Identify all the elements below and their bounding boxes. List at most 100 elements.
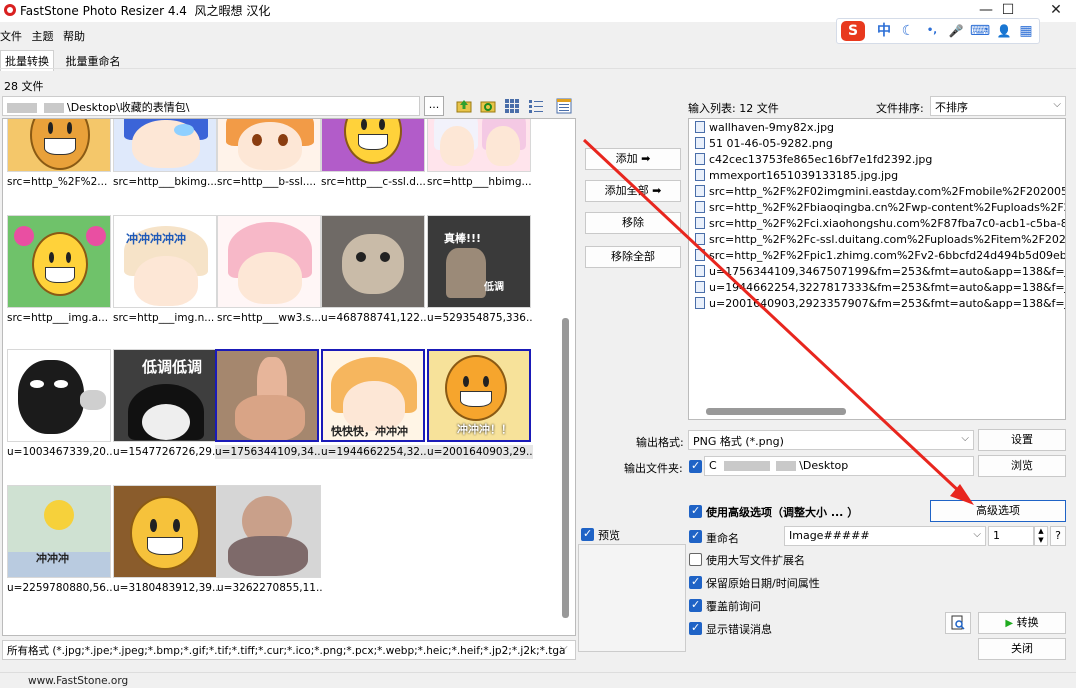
add-all-button[interactable]: 添加全部 ➡	[585, 180, 681, 202]
output-folder-input[interactable]: C \Desktop	[704, 456, 974, 476]
thumbnail-grid[interactable]: src=http_%2F%2... src=http___bkimg... sr…	[2, 118, 576, 636]
list-view-icon[interactable]	[528, 98, 544, 114]
thumbnail-caption: src=http___img.n...	[113, 312, 215, 324]
file-name: mmexport1651039133185.jpg.jpg	[709, 169, 899, 182]
thumbnail-item[interactable]: src=http_%2F%2...	[7, 119, 111, 189]
file-list-scrollbar[interactable]	[706, 408, 846, 415]
ime-punct-icon[interactable]: •,	[921, 21, 943, 41]
ime-language-toggle[interactable]: 中	[873, 21, 895, 41]
ime-mic-icon[interactable]: 🎤	[945, 21, 967, 41]
output-format-label: 输出格式:	[636, 436, 684, 449]
thumbnail-item[interactable]: 快快快，冲冲冲 u=1944662254,32...	[321, 349, 427, 459]
thumbnail-image	[7, 119, 111, 172]
close-window-button[interactable]: ✕	[1036, 0, 1076, 22]
list-item[interactable]: wallhaven-9my82x.jpg	[695, 121, 834, 137]
show-errors-label: 显示错误消息	[706, 623, 772, 636]
thumbnail-item[interactable]: src=http___c-ssl.d...	[321, 119, 426, 189]
remove-all-button[interactable]: 移除全部	[585, 246, 681, 268]
ime-grid-icon[interactable]: ▦	[1015, 21, 1037, 41]
thumbnail-image: 真棒!!! 低调	[427, 215, 531, 308]
menu-file[interactable]: 文件	[0, 28, 22, 44]
rename-start-input[interactable]: 1	[988, 526, 1034, 546]
browse-folder-button[interactable]: ...	[424, 96, 444, 116]
keep-date-checkbox[interactable]	[689, 575, 702, 589]
convert-label: 转换	[1016, 616, 1039, 629]
thumbnail-item[interactable]: 冲冲冲 u=2259780880,56...	[7, 485, 113, 595]
preview-checkbox[interactable]	[581, 527, 594, 541]
advanced-options-button[interactable]: 高级选项	[930, 500, 1066, 522]
browse-output-button[interactable]: 浏览	[978, 455, 1066, 477]
list-item[interactable]: mmexport1651039133185.jpg.jpg	[695, 169, 898, 185]
thumbnail-item[interactable]: src=http___b-ssl....	[217, 119, 321, 189]
preview-file-button[interactable]	[945, 612, 971, 634]
chevron-down-icon[interactable]: ⌵	[560, 642, 568, 653]
ime-logo-icon[interactable]: S	[841, 21, 865, 41]
thumbnail-meme-text: 冲冲冲！！	[457, 423, 512, 436]
use-advanced-checkbox[interactable]	[689, 504, 702, 518]
thumbnail-caption: src=http___bkimg...	[113, 176, 218, 188]
uppercase-extension-checkbox[interactable]	[689, 553, 702, 566]
ask-overwrite-checkbox[interactable]	[689, 598, 702, 612]
convert-button[interactable]: ▶ 转换	[978, 612, 1066, 634]
list-item[interactable]: u=1756344109,3467507199&fm=253&fmt=auto&…	[695, 265, 1065, 281]
thumbnail-meme-text: 冲冲冲冲冲	[126, 232, 187, 246]
list-item[interactable]: u=1944662254,3227817333&fm=253&fmt=auto&…	[695, 281, 1065, 297]
list-item[interactable]: src=http_%2F%2F02imgmini.eastday.com%2Fm…	[695, 185, 1065, 201]
thumbnail-caption: src=http___ww3.s...	[217, 312, 322, 324]
output-folder-checkbox[interactable]	[689, 459, 702, 473]
thumbnail-item[interactable]: 冲冲冲冲冲 src=http___img.n...	[113, 215, 217, 325]
thumbnail-item[interactable]: u=3180483912,39...	[113, 485, 219, 595]
thumbnail-caption: src=http___c-ssl.d...	[321, 176, 426, 188]
list-item[interactable]: u=2001640903,2923357907&fm=253&fmt=auto&…	[695, 297, 1065, 313]
thumbnail-item[interactable]: 冲冲冲！！ u=2001640903,29...	[427, 349, 533, 459]
menu-theme[interactable]: 主题	[32, 28, 54, 44]
thumbnail-item[interactable]: u=468788741,122...	[321, 215, 427, 325]
show-errors-checkbox[interactable]	[689, 621, 702, 635]
rename-help-button[interactable]: ?	[1050, 526, 1066, 546]
file-type-filter-select[interactable]: 所有格式 (*.jpg;*.jpe;*.jpeg;*.bmp;*.gif;*.t…	[2, 640, 576, 660]
menu-help[interactable]: 帮助	[63, 28, 85, 44]
rename-start-stepper[interactable]: ▲ ▼	[1034, 526, 1048, 546]
sort-select[interactable]: 不排序 ⌵	[930, 96, 1066, 116]
thumbnail-scrollbar[interactable]	[562, 318, 569, 618]
folder-up-icon[interactable]	[456, 98, 472, 114]
thumbnail-caption: u=529354875,336...	[427, 312, 533, 324]
rename-checkbox[interactable]	[689, 529, 702, 543]
thumbnail-item[interactable]: src=http___img.a...	[7, 215, 111, 325]
thumbnail-item[interactable]: src=http___bkimg...	[113, 119, 218, 189]
file-icon	[695, 201, 705, 213]
list-item[interactable]: src=http_%2F%2Fpic1.zhimg.com%2Fv2-6bbcf…	[695, 249, 1066, 265]
thumbnail-view-icon[interactable]	[504, 98, 520, 114]
settings-button[interactable]: 设置	[978, 429, 1066, 451]
ime-user-icon[interactable]: 👤	[993, 21, 1015, 41]
list-item[interactable]: src=http_%2F%2Fc-ssl.duitang.com%2Fuploa…	[695, 233, 1065, 249]
thumbnail-item[interactable]: u=1756344109,34...	[215, 349, 321, 459]
rename-pattern-select[interactable]: Image##### ⌵	[784, 526, 986, 546]
chevron-down-icon: ⌵	[961, 433, 969, 444]
file-name: src=http_%2F%2Fpic1.zhimg.com%2Fv2-6bbcf…	[709, 249, 1066, 262]
folder-path-input[interactable]: \Desktop\收藏的表情包\	[2, 96, 420, 116]
tab-divider	[0, 68, 1076, 69]
output-folder-label: 输出文件夹:	[624, 462, 683, 475]
details-view-icon[interactable]	[556, 98, 572, 114]
list-item[interactable]: 51 01-46-05-9282.png	[695, 137, 833, 153]
list-item[interactable]: src=http_%2F%2Fbiaoqingba.cn%2Fwp-conten…	[695, 201, 1065, 217]
thumbnail-item[interactable]: 真棒!!! 低调 u=529354875,336...	[427, 215, 533, 325]
ime-keyboard-icon[interactable]: ⌨	[969, 21, 991, 41]
refresh-folder-icon[interactable]	[480, 98, 496, 114]
ime-moon-icon[interactable]: ☾	[897, 21, 919, 41]
list-item[interactable]: c42cec13753fe865ec16bf7e1fd2392.jpg	[695, 153, 932, 169]
thumbnail-item[interactable]: 低调低调 u=1547726726,29...	[113, 349, 219, 459]
output-format-select[interactable]: PNG 格式 (*.png) ⌵	[688, 430, 974, 450]
add-button[interactable]: 添加 ➡	[585, 148, 681, 170]
list-item[interactable]: src=http_%2F%2Fci.xiaohongshu.com%2F87fb…	[695, 217, 1065, 233]
status-website-link[interactable]: www.FastStone.org	[28, 675, 128, 687]
close-button[interactable]: 关闭	[978, 638, 1066, 660]
thumbnail-item[interactable]: u=3262270855,11...	[217, 485, 323, 595]
input-file-list[interactable]: wallhaven-9my82x.jpg 51 01-46-05-9282.pn…	[688, 118, 1066, 420]
thumbnail-item[interactable]: u=1003467339,20...	[7, 349, 113, 459]
remove-button[interactable]: 移除	[585, 212, 681, 234]
thumbnail-item[interactable]: src=http___hbimg...	[427, 119, 532, 189]
thumbnail-item[interactable]: src=http___ww3.s...	[217, 215, 321, 325]
thumbnail-meme-text: 真棒!!!	[444, 232, 482, 245]
